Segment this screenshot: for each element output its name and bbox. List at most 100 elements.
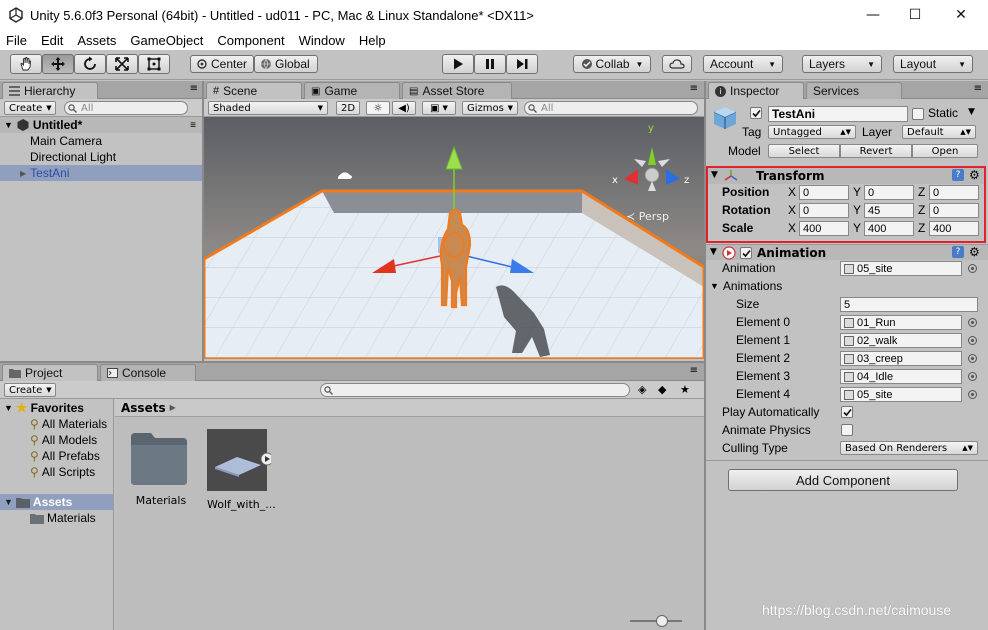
create-dropdown[interactable]: Create ▼	[4, 101, 56, 115]
project-search-input[interactable]	[320, 383, 630, 397]
pivot-center-button[interactable]: Center	[190, 55, 254, 73]
model-select-button[interactable]: Select	[768, 144, 840, 158]
projection-label[interactable]: ≺ Persp	[626, 210, 669, 223]
scene-audio-toggle[interactable]: ◀)	[392, 101, 416, 115]
gizmos-dropdown[interactable]: Gizmos ▼	[462, 101, 518, 115]
collapse-arrow-icon[interactable]: ▼	[711, 170, 718, 180]
hierarchy-item-selected[interactable]: ▶ TestAni	[0, 165, 202, 181]
menu-assets[interactable]: Assets	[71, 33, 124, 48]
add-component-button[interactable]: Add Component	[728, 469, 958, 491]
asset-item-wolf[interactable]: Wolf_with_...	[207, 429, 276, 511]
expand-arrow-icon[interactable]: ▼	[4, 497, 13, 507]
element-clip-field[interactable]: 05_site	[840, 387, 962, 402]
hand-tool-button[interactable]	[10, 54, 42, 74]
tab-console[interactable]: Console	[100, 364, 196, 381]
animation-enabled-checkbox[interactable]	[740, 247, 752, 259]
transform-header[interactable]: ▼ Transform ? ⚙	[708, 168, 984, 184]
object-picker-icon[interactable]	[968, 336, 977, 345]
tab-project[interactable]: Project	[2, 364, 98, 381]
scene-lighting-toggle[interactable]: ☼	[366, 101, 390, 115]
gear-icon[interactable]: ⚙	[969, 245, 980, 259]
label-tag-icon[interactable]: ◆	[658, 383, 666, 396]
assets-tree-item[interactable]: Materials	[0, 510, 113, 526]
tab-asset-store[interactable]: ▤ Asset Store	[402, 82, 512, 99]
position-x-input[interactable]: 0	[799, 185, 849, 200]
object-name-input[interactable]: TestAni	[768, 106, 908, 122]
hierarchy-item[interactable]: Directional Light	[0, 149, 202, 165]
asset-item-materials[interactable]: Materials	[129, 429, 193, 507]
help-book-icon[interactable]: ?	[952, 169, 964, 181]
model-revert-button[interactable]: Revert	[840, 144, 912, 158]
filter-type-icon[interactable]: ◈	[638, 383, 646, 396]
animation-clip-field[interactable]: 05_site	[840, 261, 962, 276]
layers-dropdown[interactable]: Layers ▼	[802, 55, 882, 73]
menu-edit[interactable]: Edit	[35, 33, 71, 48]
scene-menu-icon[interactable]: ≡	[190, 120, 196, 131]
element-clip-field[interactable]: 03_creep	[840, 351, 962, 366]
expand-arrow-icon[interactable]: ▶	[20, 169, 26, 178]
pause-button[interactable]	[474, 54, 506, 74]
step-button[interactable]	[506, 54, 538, 74]
favorites-row[interactable]: ▼ ★ Favorites	[0, 400, 113, 416]
expand-arrow-icon[interactable]: ▼	[4, 403, 13, 413]
animations-foldout[interactable]: ▼ Animations	[710, 278, 782, 294]
static-dropdown-arrow-icon[interactable]: ▼	[968, 107, 975, 117]
tab-inspector[interactable]: i Inspector	[708, 82, 804, 99]
scene-search-input[interactable]: All	[524, 101, 698, 115]
gear-icon[interactable]: ⚙	[969, 168, 980, 182]
space-global-button[interactable]: Global	[254, 55, 318, 73]
object-picker-icon[interactable]	[968, 264, 977, 273]
tab-game[interactable]: ▣ Game	[304, 82, 400, 99]
panel-menu-icon[interactable]: ≡	[974, 83, 982, 94]
rotation-x-input[interactable]: 0	[799, 203, 849, 218]
maximize-button[interactable]: ☐	[892, 0, 938, 30]
mode-2d-toggle[interactable]: 2D	[336, 101, 360, 115]
move-tool-button[interactable]	[42, 54, 74, 74]
scene-effects-dropdown[interactable]: ▣ ▼	[422, 101, 456, 115]
close-button[interactable]: ✕	[938, 0, 984, 30]
menu-file[interactable]: File	[0, 33, 35, 48]
favorite-item[interactable]: ⚲ All Models	[0, 432, 113, 448]
panel-menu-icon[interactable]: ≡	[690, 83, 698, 94]
element-clip-field[interactable]: 02_walk	[840, 333, 962, 348]
play-automatically-checkbox[interactable]	[841, 406, 853, 418]
scene-viewport[interactable]: ≺ Persp y x z	[204, 117, 704, 359]
menu-help[interactable]: Help	[353, 33, 394, 48]
menu-component[interactable]: Component	[211, 33, 292, 48]
element-clip-field[interactable]: 04_Idle	[840, 369, 962, 384]
collapse-arrow-icon[interactable]: ▼	[710, 281, 719, 291]
scale-z-input[interactable]: 400	[929, 221, 979, 236]
size-input[interactable]: 5	[840, 297, 978, 312]
element-clip-field[interactable]: 01_Run	[840, 315, 962, 330]
tag-dropdown[interactable]: Untagged ▲▼	[768, 125, 856, 139]
breadcrumb-assets[interactable]: Assets	[121, 401, 166, 415]
zoom-slider-handle[interactable]	[656, 615, 668, 627]
cloud-button[interactable]	[662, 55, 692, 73]
object-picker-icon[interactable]	[968, 390, 977, 399]
model-open-button[interactable]: Open	[912, 144, 978, 158]
rect-tool-button[interactable]	[138, 54, 170, 74]
panel-menu-icon[interactable]: ≡	[190, 83, 198, 94]
scene-root-row[interactable]: ▼ Untitled* ≡	[0, 117, 202, 133]
favorite-item[interactable]: ⚲ All Prefabs	[0, 448, 113, 464]
play-button[interactable]	[442, 54, 474, 74]
culling-type-dropdown[interactable]: Based On Renderers ▲▼	[840, 441, 978, 455]
tab-scene[interactable]: # Scene	[206, 82, 302, 99]
hierarchy-search-input[interactable]: All	[64, 101, 188, 115]
object-picker-icon[interactable]	[968, 318, 977, 327]
create-dropdown[interactable]: Create ▼	[4, 383, 56, 397]
hierarchy-item[interactable]: Main Camera	[0, 133, 202, 149]
tab-services[interactable]: Services	[806, 82, 902, 99]
layout-dropdown[interactable]: Layout ▼	[893, 55, 973, 73]
object-picker-icon[interactable]	[968, 354, 977, 363]
scale-x-input[interactable]: 400	[799, 221, 849, 236]
active-checkbox[interactable]	[750, 107, 762, 119]
scale-tool-button[interactable]	[106, 54, 138, 74]
minimize-button[interactable]: —	[850, 0, 896, 30]
position-z-input[interactable]: 0	[929, 185, 979, 200]
layer-dropdown[interactable]: Default ▲▼	[902, 125, 976, 139]
tab-hierarchy[interactable]: Hierarchy	[2, 82, 98, 99]
expand-arrow-icon[interactable]: ▼	[4, 120, 13, 130]
position-y-input[interactable]: 0	[864, 185, 914, 200]
assets-root-row[interactable]: ▼ Assets	[0, 494, 113, 510]
